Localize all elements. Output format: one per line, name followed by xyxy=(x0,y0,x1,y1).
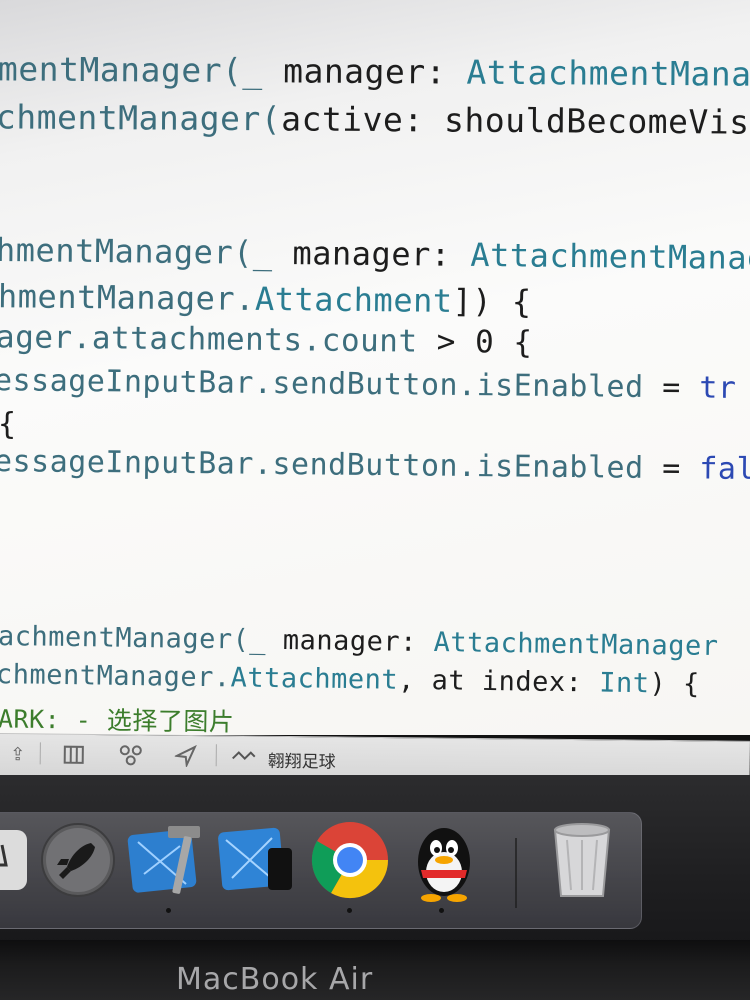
laptop-bezel xyxy=(0,940,750,1000)
code-line-9: achmentManager(_ manager: AttachmentMana… xyxy=(0,621,719,662)
code-token: { xyxy=(0,407,17,442)
code-token: chmentManager( xyxy=(0,97,282,139)
code-token: AttachmentMana xyxy=(466,52,750,94)
code-line-7: { xyxy=(0,407,17,442)
code-line-11: ARK: - 选择了图片 xyxy=(0,699,235,735)
code-token: essageInputBar.sendButton.isEnabled xyxy=(0,444,644,486)
dock-qq[interactable] xyxy=(402,818,486,902)
code-token: ager.attachments.count xyxy=(0,319,418,360)
code-token: tr xyxy=(699,370,737,406)
code-token: ARK: - 选择了图片 xyxy=(0,704,235,735)
code-editor[interactable]: mentManager(_ manager: AttachmentMana ch… xyxy=(0,0,750,735)
code-token: ) { xyxy=(649,668,700,700)
code-line-3: hmentManager(_ manager: AttachmentManag xyxy=(0,231,750,277)
dock-simulator[interactable] xyxy=(214,818,298,902)
code-line-4: hmentManager.Attachment]) { xyxy=(0,277,532,321)
dock-trash[interactable] xyxy=(540,818,624,902)
dock-xcode[interactable] xyxy=(124,818,208,902)
code-token: manager: xyxy=(283,51,467,92)
code-token: Attachment xyxy=(230,662,399,696)
running-indicator-xcode xyxy=(166,908,171,913)
code-line-2: chmentManager(active: shouldBecomeVis xyxy=(0,97,750,141)
running-indicator-chrome xyxy=(347,908,352,913)
code-token: = xyxy=(643,369,700,406)
code-token: chmentManager. xyxy=(0,659,231,694)
running-indicator-qq xyxy=(439,908,444,913)
location-icon[interactable] xyxy=(172,742,200,770)
code-line-6: essageInputBar.sendButton.isEnabled = tr xyxy=(0,363,737,406)
code-token: essageInputBar.sendButton.isEnabled xyxy=(0,363,644,405)
code-token: mentManager(_ xyxy=(0,49,284,91)
code-token: Attachment xyxy=(254,279,453,320)
toolbar-divider xyxy=(215,744,217,767)
dock-chrome[interactable] xyxy=(308,818,392,902)
scheme-icon[interactable] xyxy=(117,741,145,769)
target-label[interactable]: 翱翔足球 xyxy=(268,747,336,773)
code-token: AttachmentManag xyxy=(470,235,750,278)
code-token: > 0 { xyxy=(417,323,533,361)
code-token: AttachmentManager xyxy=(433,627,719,663)
code-token: , at index: xyxy=(397,664,600,699)
code-token: ]) { xyxy=(452,281,532,321)
code-line-5: ager.attachments.count > 0 { xyxy=(0,319,533,361)
code-line-10: chmentManager.Attachment, at index: Int)… xyxy=(0,659,700,700)
code-token: hmentManager(_ xyxy=(0,230,293,273)
code-line-1: mentManager(_ manager: AttachmentMana xyxy=(0,49,750,93)
code-token: Int xyxy=(598,667,650,700)
console-icon[interactable] xyxy=(230,742,258,770)
code-token: fal xyxy=(699,451,750,487)
code-token: = xyxy=(643,450,700,487)
code-token: manager: xyxy=(282,624,434,659)
share-icon[interactable]: ⇪ xyxy=(4,740,32,768)
code-line-8: essageInputBar.sendButton.isEnabled = fa… xyxy=(0,444,750,487)
dock-launchpad[interactable] xyxy=(36,818,120,902)
toolbar-divider xyxy=(39,742,41,765)
code-token: hmentManager. xyxy=(0,277,256,318)
split-view-icon[interactable] xyxy=(60,741,88,769)
brand-label: MacBook Air xyxy=(176,962,374,997)
code-token: active: shouldBecomeVis xyxy=(281,99,750,142)
code-token: achmentManager(_ xyxy=(0,620,284,656)
code-token: manager: xyxy=(292,234,471,274)
dock-divider xyxy=(515,838,517,908)
